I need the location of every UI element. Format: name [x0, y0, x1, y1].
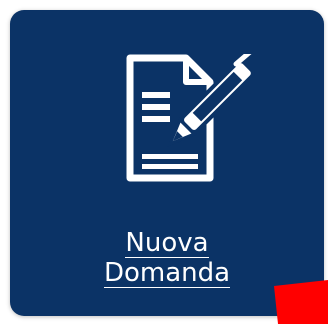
page: Nuova Domanda — [0, 0, 328, 324]
tile-label-line2: Domanda — [103, 258, 231, 288]
document-edit-icon — [126, 54, 255, 182]
tile-label: Nuova Domanda — [10, 228, 324, 288]
nuova-domanda-button[interactable]: Nuova Domanda — [10, 10, 324, 316]
tile-label-line1: Nuova — [125, 228, 209, 258]
red-marker — [274, 280, 328, 324]
